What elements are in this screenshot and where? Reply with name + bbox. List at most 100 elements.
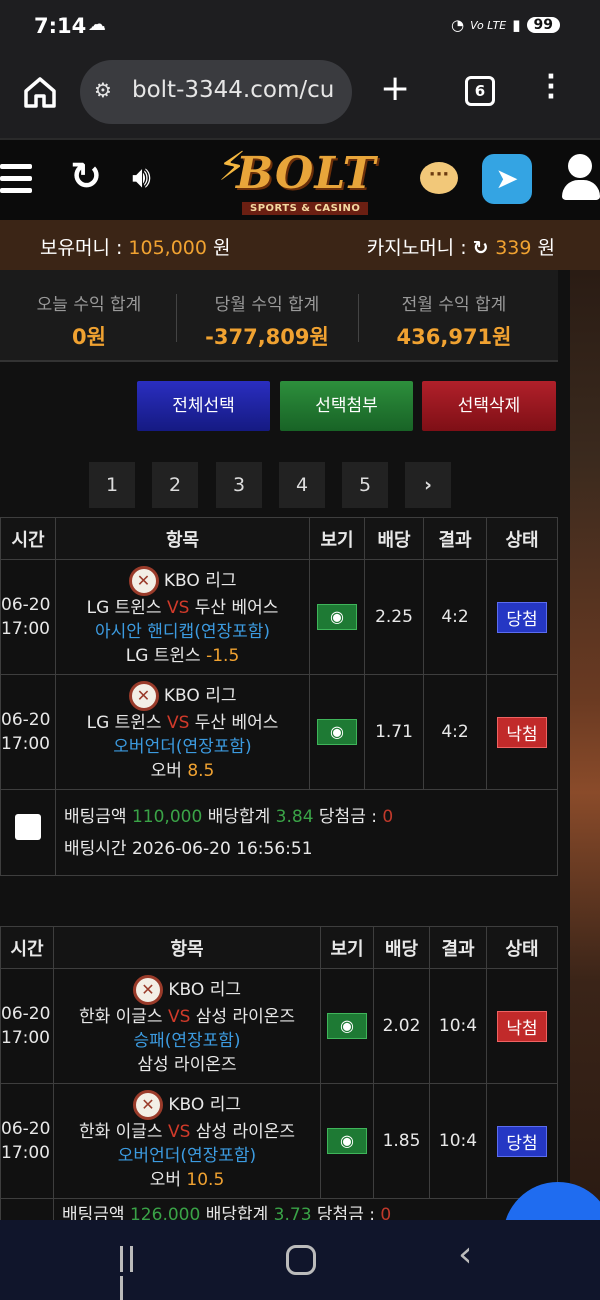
score-value: 4:2 [423,559,487,675]
view-cell: ◉ [320,1083,374,1199]
attach-selected-button[interactable]: 선택첨부 [280,381,413,431]
browser-toolbar: ⚙ bolt-3344.com/cu + 6 · · · [0,56,600,138]
baseball-icon: ✕ [133,1090,163,1120]
page-3-button[interactable]: 3 [216,462,262,508]
score-value: 10:4 [429,1083,487,1199]
table-row: 06-20 17:00 ✕ KBO 리그 한화 이글스 VS 삼성 라이온즈 승패… [0,968,558,1084]
telegram-icon[interactable]: ➤ [482,154,532,204]
bet-item: ✕ KBO 리그 LG 트윈스 VS 두산 베어스 오버언더(연장포함) 오버 … [55,674,310,790]
odds-value: 1.71 [364,674,424,790]
home-icon[interactable] [22,74,58,110]
view-cell: ◉ [309,674,365,790]
select-checkbox[interactable] [15,814,41,840]
delete-selected-button[interactable]: 선택삭제 [422,381,556,431]
odds-value: 2.25 [364,559,424,675]
state-cell: 당첨 [486,1083,558,1199]
eye-icon[interactable]: ◉ [327,1013,367,1039]
logo-subtitle: SPORTS & CASINO [242,202,369,215]
summary-last-month: 전월 수익 합계 436,971원 [396,295,512,349]
bet-item: ✕ KBO 리그 한화 이글스 VS 삼성 라이온즈 승패(연장포함) 삼성 라… [53,968,321,1084]
table-row: 06-20 17:00 ✕ KBO 리그 LG 트윈스 VS 두산 베어스 아시안… [0,559,558,675]
site-header: ↻ 🔊︎ ⚡︎ BOLT SPORTS & CASINO ··· ➤ [0,138,600,220]
url-bar[interactable]: ⚙ bolt-3344.com/cu [80,60,352,124]
url-text[interactable]: bolt-3344.com/cu [132,77,344,103]
recent-apps-icon[interactable] [120,1246,148,1300]
bet-item: ✕ KBO 리그 LG 트윈스 VS 두산 베어스 아시안 핸디캡(연장포함) … [55,559,310,675]
baseball-icon: ✕ [133,975,163,1005]
decorative-background [570,270,600,1220]
signal-icon: ▮ [512,16,521,34]
header-odds: 배당 [364,517,424,560]
home-button-icon[interactable] [286,1245,316,1275]
bet-summary: 배팅금액 110,000 배당합계 3.84 당첨금 : 0 배팅시간 2026… [55,789,558,876]
game-datetime: 06-20 17:00 [0,968,54,1084]
header-odds: 배당 [373,926,430,969]
network-label: Vo LTE [470,18,507,32]
eye-icon[interactable]: ◉ [317,604,357,630]
balance-bar: 보유머니 : 105,000 원 카지노머니 : ↻ 339 원 [0,220,600,270]
page-4-button[interactable]: 4 [279,462,325,508]
cloud-icon: ☁ [88,14,106,35]
bet-slip-table: 시간 항목 보기 배당 결과 상태 06-20 17:00 ✕ KBO 리그 LG… [0,517,558,876]
status-badge: 낙첨 [497,1010,547,1042]
table-row: 06-20 17:00 ✕ KBO 리그 한화 이글스 VS 삼성 라이온즈 오버… [0,1083,558,1199]
view-cell: ◉ [320,968,374,1084]
score-value: 10:4 [429,968,487,1084]
status-badge: 당첨 [497,1125,547,1157]
menu-icon[interactable] [0,164,32,200]
back-icon[interactable]: ‹ [458,1234,472,1275]
header-view: 보기 [309,517,365,560]
site-settings-icon[interactable]: ⚙ [94,78,112,102]
user-icon[interactable] [560,154,600,210]
summary-divider [176,294,177,342]
money-balance: 보유머니 : 105,000 원 [40,237,231,259]
header-result: 결과 [429,926,487,969]
header-item: 항목 [53,926,321,969]
tab-count-button[interactable]: 6 [465,76,495,106]
header-time: 시간 [0,926,54,969]
bet-summary-row: 배팅금액 110,000 배당합계 3.84 당첨금 : 0 배팅시간 2026… [0,789,558,876]
table-header-row: 시간 항목 보기 배당 결과 상태 [0,517,558,560]
game-datetime: 06-20 17:00 [0,559,56,675]
baseball-icon: ✕ [128,681,159,711]
score-value: 4:2 [423,674,487,790]
speaker-icon[interactable]: 🔊︎ [132,160,151,195]
page-5-button[interactable]: 5 [342,462,388,508]
baseball-icon: ✕ [128,566,159,596]
table-row: 06-20 17:00 ✕ KBO 리그 LG 트윈스 VS 두산 베어스 오버언… [0,674,558,790]
state-cell: 낙첨 [486,674,558,790]
refresh-icon[interactable]: ↻ [70,154,102,198]
header-result: 결과 [423,517,487,560]
site-logo[interactable]: ⚡︎ BOLT SPORTS & CASINO [212,142,380,220]
casino-balance: 카지노머니 : ↻ 339 원 [366,237,555,259]
page-2-button[interactable]: 2 [152,462,198,508]
header-state: 상태 [486,517,558,560]
chat-icon[interactable]: ··· [420,162,458,194]
table-header-row: 시간 항목 보기 배당 결과 상태 [0,926,558,969]
view-cell: ◉ [309,559,365,675]
status-badge: 낙첨 [497,716,547,748]
page-1-button[interactable]: 1 [89,462,135,508]
header-state: 상태 [486,926,558,969]
new-tab-icon[interactable]: + [380,68,410,109]
battery-indicator: 99 [526,17,560,33]
summary-today: 오늘 수익 합계 0원 [36,295,142,349]
android-nav-bar: ‹ [0,1220,600,1300]
status-right: ◔ Vo LTE ▮ 99 [451,16,560,34]
eye-icon[interactable]: ◉ [327,1128,367,1154]
logo-text: BOLT [236,148,377,199]
select-all-button[interactable]: 전체선택 [137,381,270,431]
eye-icon[interactable]: ◉ [317,719,357,745]
profit-summary: 오늘 수익 합계 0원 당월 수익 합계 -377,809원 전월 수익 합계 … [0,270,558,362]
game-datetime: 06-20 17:00 [0,1083,54,1199]
summary-this-month: 당월 수익 합계 -377,809원 [205,295,329,349]
casino-refresh-icon[interactable]: ↻ [473,237,496,259]
checkbox-cell [0,789,56,876]
bet-item: ✕ KBO 리그 한화 이글스 VS 삼성 라이온즈 오버언더(연장포함) 오버… [53,1083,321,1199]
status-bar: 7:14 ☁ ◔ Vo LTE ▮ 99 [0,0,600,56]
status-badge: 당첨 [497,601,547,633]
header-item: 항목 [55,517,310,560]
next-page-button[interactable]: › [405,462,451,508]
more-menu-icon[interactable]: · · · [546,64,556,110]
header-view: 보기 [320,926,374,969]
